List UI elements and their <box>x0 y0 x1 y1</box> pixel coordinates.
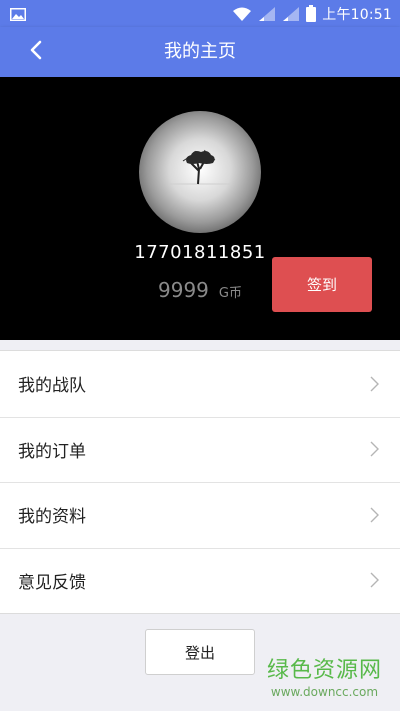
wifi-icon <box>232 6 252 22</box>
menu-item-feedback[interactable]: 意见反馈 <box>0 547 400 614</box>
status-indicators: 上午10:51 <box>232 0 392 27</box>
chevron-right-icon <box>370 376 379 392</box>
watermark: 绿色资源网 www.downcc.com <box>267 652 382 699</box>
page-title: 我的主页 <box>164 41 236 62</box>
coin-unit: G币 <box>218 286 242 301</box>
menu-item-team[interactable]: 我的战队 <box>0 351 400 417</box>
profile-header: 17701811851 9999 G币 签到 <box>0 77 400 340</box>
menu-item-label: 我的订单 <box>18 441 86 462</box>
nav-bar: 我的主页 <box>0 27 400 77</box>
signal-icon <box>282 6 300 22</box>
menu-item-label: 我的战队 <box>18 376 86 397</box>
menu-list: 我的战队 我的订单 我的资料 意见反馈 <box>0 350 400 614</box>
menu-item-label: 我的资料 <box>18 507 86 528</box>
menu-item-label: 意见反馈 <box>18 572 86 593</box>
image-icon <box>10 6 26 25</box>
coin-value: 9999 <box>158 278 209 302</box>
chevron-left-icon <box>30 40 42 64</box>
menu-item-profile[interactable]: 我的资料 <box>0 482 400 548</box>
checkin-button[interactable]: 签到 <box>272 257 372 312</box>
status-time: 上午10:51 <box>322 6 392 23</box>
chevron-right-icon <box>370 572 379 588</box>
menu-item-orders[interactable]: 我的订单 <box>0 416 400 483</box>
signal-icon <box>258 6 276 22</box>
coin-balance: 9999 G币 <box>158 278 242 302</box>
tree-image <box>169 149 231 185</box>
battery-icon <box>306 5 317 22</box>
chevron-right-icon <box>370 441 379 457</box>
back-button[interactable] <box>22 39 50 65</box>
status-bar: 上午10:51 <box>0 0 400 27</box>
chevron-right-icon <box>370 507 379 523</box>
logout-button[interactable]: 登出 <box>145 629 255 675</box>
avatar[interactable] <box>139 111 261 233</box>
watermark-url: www.downcc.com <box>270 685 379 699</box>
watermark-title: 绿色资源网 <box>266 658 382 683</box>
